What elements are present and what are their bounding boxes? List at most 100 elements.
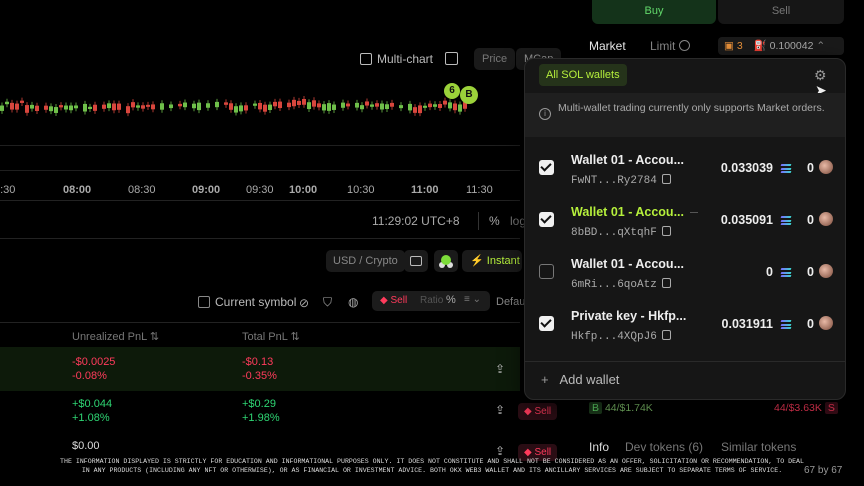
wallet-checkbox[interactable] — [539, 212, 554, 227]
price-toggle[interactable]: Price — [474, 48, 516, 70]
unrealized-pnl: -$0.0025 — [72, 356, 116, 368]
unrealized-pnl-pct: -0.08% — [72, 370, 107, 382]
candle — [244, 105, 248, 111]
time-tick-label: 10:00 — [289, 184, 318, 196]
candle — [44, 105, 48, 110]
wallet-checkbox[interactable] — [539, 316, 554, 331]
buy-marker[interactable]: B — [460, 86, 478, 104]
candle — [169, 104, 173, 109]
candle — [93, 104, 97, 111]
copy-icon[interactable] — [661, 330, 671, 340]
row-sell-button[interactable]: ◆ Sell — [518, 403, 558, 420]
ratio-percent: % — [446, 294, 456, 306]
time-tick-label: 09:00 — [192, 184, 221, 196]
divider — [525, 361, 845, 362]
candle — [107, 103, 111, 109]
wallet-popup[interactable]: All SOL wallets ⚙ ➤ i Multi-wallet tradi… — [524, 58, 846, 400]
market-tab[interactable]: Market — [589, 39, 626, 53]
candle — [35, 105, 39, 111]
candle — [197, 102, 201, 111]
candle — [253, 103, 257, 106]
candle — [234, 106, 238, 113]
add-wallet-button[interactable]: + Add wallet — [541, 372, 619, 387]
sell-icon: ◆ — [380, 295, 388, 306]
sol-icon — [780, 216, 792, 225]
share-icon[interactable]: ⇪ — [495, 362, 505, 376]
multi-chart-toggle[interactable]: Multi-chart — [360, 52, 433, 66]
candle — [287, 102, 291, 108]
time-tick-label: 08:00 — [63, 184, 92, 196]
wallet-row[interactable]: Wallet 01 - Accou... 6mRi...6qoAtz 0 0 — [525, 249, 847, 301]
wallet-row[interactable]: Wallet 01 - Accou... FwNT...Ry2784 0.033… — [525, 145, 847, 197]
candle — [307, 102, 311, 110]
globe-icon[interactable]: ◍ — [348, 295, 358, 309]
percent-toggle[interactable]: % — [489, 214, 500, 228]
hide-icon[interactable]: ⊘ — [299, 296, 309, 310]
avatar — [819, 160, 833, 174]
tab-similar-tokens[interactable]: Similar tokens — [721, 440, 796, 454]
wallet-checkbox[interactable] — [539, 264, 554, 279]
tab-dev-tokens[interactable]: Dev tokens (6) — [625, 440, 703, 454]
avatar — [819, 264, 833, 278]
wallet-name: Wallet 01 - Accou... — [571, 153, 684, 167]
wallet-count: 3 — [736, 40, 743, 52]
candle — [15, 103, 19, 110]
currency-toggle[interactable]: USD / Crypto — [326, 250, 405, 272]
sell-stat: 44/$3.63K S — [774, 402, 838, 414]
candle — [178, 103, 182, 107]
wallet-selector[interactable]: ▣ 3 ⛽ 0.100042 ⌃ — [718, 37, 844, 55]
price-label: Price — [482, 53, 508, 65]
share-icon[interactable]: ⇪ — [495, 444, 505, 458]
bubbles-button[interactable] — [434, 250, 458, 272]
layout-button[interactable] — [404, 250, 428, 272]
gas-icon: ⛽ — [753, 40, 767, 52]
candlestick-chart[interactable] — [0, 70, 520, 200]
tab-info[interactable]: Info — [589, 440, 609, 454]
wallet-checkbox[interactable] — [539, 160, 554, 175]
wallet-balance: 0.031911 — [721, 317, 773, 331]
candle — [341, 102, 345, 108]
sell-tab[interactable]: Sell — [718, 0, 844, 24]
buy-tab[interactable]: Buy — [592, 0, 716, 24]
filter-icon[interactable]: ⛉ — [323, 295, 332, 310]
candle — [239, 105, 243, 112]
trade-marker[interactable]: 6 — [444, 83, 460, 99]
wallet-row[interactable]: Wallet 01 - Accou... 8bBD...qXtqhF 0.035… — [525, 197, 847, 249]
candle — [375, 103, 379, 107]
copy-icon[interactable] — [661, 174, 671, 184]
multi-chart-label: Multi-chart — [377, 52, 434, 66]
candle — [413, 107, 417, 113]
instant-button[interactable]: ⚡ Instant — [462, 250, 522, 272]
wallet-row[interactable]: Private key - Hkfp... Hkfp...4XQpJ6 0.03… — [525, 301, 847, 353]
candle — [273, 101, 277, 107]
quick-sell-control[interactable]: ◆ Sell Ratio % ≡ ⌄ — [372, 291, 490, 311]
candle — [448, 102, 452, 109]
sol-unit-icon: ≡ ⌄ — [464, 294, 481, 305]
candle — [69, 105, 73, 111]
time-tick-label: 09:30 — [246, 184, 274, 196]
default-preset[interactable]: Defau — [496, 296, 525, 308]
copy-icon[interactable] — [661, 226, 671, 236]
candle — [390, 102, 394, 107]
candle — [332, 104, 336, 110]
multi-chart-checkbox[interactable] — [360, 53, 372, 65]
candle — [370, 104, 374, 107]
candle — [54, 107, 58, 113]
expand-icon[interactable] — [445, 52, 458, 65]
limit-tab[interactable]: Limit — [650, 39, 690, 53]
candle — [151, 104, 155, 110]
col-unrealized-pnl[interactable]: Unrealized PnL ⇅ — [72, 330, 159, 343]
candle — [408, 103, 412, 111]
candle — [453, 103, 457, 111]
lightning-icon: ⚡ — [470, 255, 484, 267]
current-symbol-checkbox[interactable] — [198, 296, 210, 308]
share-icon[interactable]: ⇪ — [495, 403, 505, 417]
candle — [399, 105, 403, 109]
copy-icon[interactable] — [661, 278, 671, 288]
all-sol-wallets-tag[interactable]: All SOL wallets — [539, 64, 627, 86]
col-total-pnl[interactable]: Total PnL ⇅ — [242, 330, 300, 343]
candle — [141, 105, 145, 109]
current-symbol-toggle[interactable]: Current symbol — [198, 295, 296, 309]
info-icon: i — [539, 108, 551, 120]
candle — [25, 105, 29, 113]
